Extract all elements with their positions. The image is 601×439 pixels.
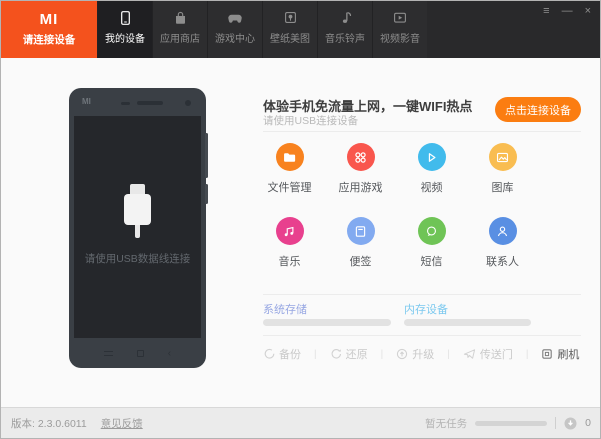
tab-music-ringtone[interactable]: 音乐铃声 xyxy=(317,1,372,58)
shortcut-label: 视频 xyxy=(420,182,443,194)
phone-screen-message: 请使用USB数据线连接 xyxy=(84,253,191,265)
task-status: 暂无任务 xyxy=(425,417,468,430)
restore-icon xyxy=(331,349,341,359)
upgrade-icon xyxy=(397,348,408,360)
phone-speaker xyxy=(137,101,163,105)
tab-game-center[interactable]: 游戏中心 xyxy=(207,1,262,58)
shortcut-gallery[interactable]: 图库 xyxy=(467,143,538,195)
shortcut-music[interactable]: 音乐 xyxy=(254,217,325,269)
flash-rom-button[interactable]: 刷机 xyxy=(541,346,579,362)
notes-icon xyxy=(346,217,375,245)
download-icon[interactable] xyxy=(564,417,577,430)
close-icon[interactable]: × xyxy=(585,6,591,17)
shortcut-contacts[interactable]: 联系人 xyxy=(467,217,538,269)
shortcut-notes[interactable]: 便签 xyxy=(325,217,396,269)
shortcut-label: 图库 xyxy=(491,182,514,194)
music-note-icon xyxy=(275,217,304,245)
divider xyxy=(263,294,581,295)
music-ringtone-icon xyxy=(338,10,353,26)
tab-my-device[interactable]: 我的设备 xyxy=(97,1,152,58)
gallery-icon xyxy=(488,143,517,171)
minimize-icon[interactable]: — xyxy=(562,6,573,17)
tab-wallpaper[interactable]: 壁纸美图 xyxy=(262,1,317,58)
phone-camera xyxy=(185,100,191,106)
window-controls: ≡ — × xyxy=(543,6,591,17)
feedback-link[interactable]: 意见反馈 xyxy=(101,416,143,431)
connect-device-button[interactable]: 点击连接设备 xyxy=(495,97,581,122)
portal-button[interactable]: 传送门 xyxy=(463,346,513,362)
phone-sensor xyxy=(121,102,130,105)
system-storage-label: 系统存储 xyxy=(263,304,307,316)
tab-app-store[interactable]: 应用商店 xyxy=(152,1,207,58)
tab-label: 视频影音 xyxy=(380,34,420,45)
tab-label: 壁纸美图 xyxy=(270,34,310,45)
tab-label: 应用商店 xyxy=(160,34,200,45)
backup-button[interactable]: 备份 xyxy=(263,346,301,362)
menu-icon[interactable]: ≡ xyxy=(543,6,549,17)
backup-icon xyxy=(264,348,275,359)
shortcut-video[interactable]: 视频 xyxy=(396,143,467,195)
my-device-icon xyxy=(118,10,133,26)
shortcut-apps-games[interactable]: 应用游戏 xyxy=(325,143,396,195)
memory-device-bar xyxy=(404,319,531,326)
shortcut-label: 短信 xyxy=(420,256,443,268)
tools-separator: | xyxy=(314,348,317,360)
upgrade-button[interactable]: 升级 xyxy=(396,346,434,362)
phone-home-icon xyxy=(136,349,144,357)
memory-device-label: 内存设备 xyxy=(404,304,448,316)
divider xyxy=(263,335,581,336)
top-bar: MI 请连接设备 我的设备 应用商店 游戏中心 壁纸美图 音乐铃声 视频影音 ≡… xyxy=(1,1,600,58)
tools-separator: | xyxy=(447,348,450,360)
phone-power-button xyxy=(205,184,208,204)
phone-screen: 请使用USB数据线连接 xyxy=(74,116,201,338)
phone-nav-bar: ‹ xyxy=(74,338,201,368)
shortcut-file-manager[interactable]: 文件管理 xyxy=(254,143,325,195)
wallpaper-icon xyxy=(283,10,298,26)
video-media-icon xyxy=(392,10,408,26)
tools-row: 备份 | 还原 | 升级 | 传送门 | 刷机 xyxy=(263,346,579,362)
task-progress-bar xyxy=(475,420,548,426)
shortcut-label: 联系人 xyxy=(486,256,519,268)
status-divider xyxy=(555,417,557,429)
flash-rom-icon xyxy=(542,349,553,359)
tab-video-media[interactable]: 视频影音 xyxy=(372,1,427,58)
portal-icon xyxy=(463,349,475,359)
shortcut-sms[interactable]: 短信 xyxy=(396,217,467,269)
tab-label: 游戏中心 xyxy=(215,34,255,45)
connect-subtitle: 请使用USB连接设备 xyxy=(263,115,359,127)
tab-label: 我的设备 xyxy=(105,34,145,45)
mi-pc-suite-window: MI 请连接设备 我的设备 应用商店 游戏中心 壁纸美图 音乐铃声 视频影音 ≡… xyxy=(0,0,601,439)
restore-button[interactable]: 还原 xyxy=(330,346,368,362)
phone-mi-logo: MI xyxy=(82,97,91,106)
divider xyxy=(263,131,581,132)
play-icon xyxy=(417,143,446,171)
shortcut-label: 音乐 xyxy=(278,256,301,268)
game-center-icon xyxy=(227,10,243,26)
shortcut-label: 应用游戏 xyxy=(338,182,383,194)
tools-separator: | xyxy=(525,348,529,360)
connection-status: 请连接设备 xyxy=(22,34,76,46)
folder-icon xyxy=(275,143,304,171)
download-count[interactable]: 0 xyxy=(585,417,591,429)
phone-back-icon: ‹ xyxy=(167,347,172,359)
system-storage-bar xyxy=(263,319,391,326)
status-bar: 版本: 2.3.0.6011 意见反馈 暂无任务 0 xyxy=(1,407,600,438)
shortcut-label: 文件管理 xyxy=(267,182,312,194)
tab-label: 音乐铃声 xyxy=(325,34,365,45)
app-store-icon xyxy=(173,10,188,26)
shortcut-grid: 文件管理 应用游戏 视频 图库 音乐 便签 短信 联系人 xyxy=(254,143,540,269)
contact-icon xyxy=(488,217,517,245)
mi-logo: MI xyxy=(39,11,59,28)
phone-volume-button xyxy=(205,133,208,178)
usb-plug-icon xyxy=(124,184,151,238)
brand-block: MI 请连接设备 xyxy=(1,1,97,58)
phone-menu-icon xyxy=(103,350,113,356)
phone-illustration: MI 请使用USB数据线连接 ‹ xyxy=(69,88,208,368)
sms-bubble-icon xyxy=(417,217,446,245)
shortcut-label: 便签 xyxy=(349,256,372,268)
version-label: 版本: 2.3.0.6011 xyxy=(11,417,87,430)
tools-separator: | xyxy=(380,348,384,360)
apps-games-icon xyxy=(346,143,375,171)
